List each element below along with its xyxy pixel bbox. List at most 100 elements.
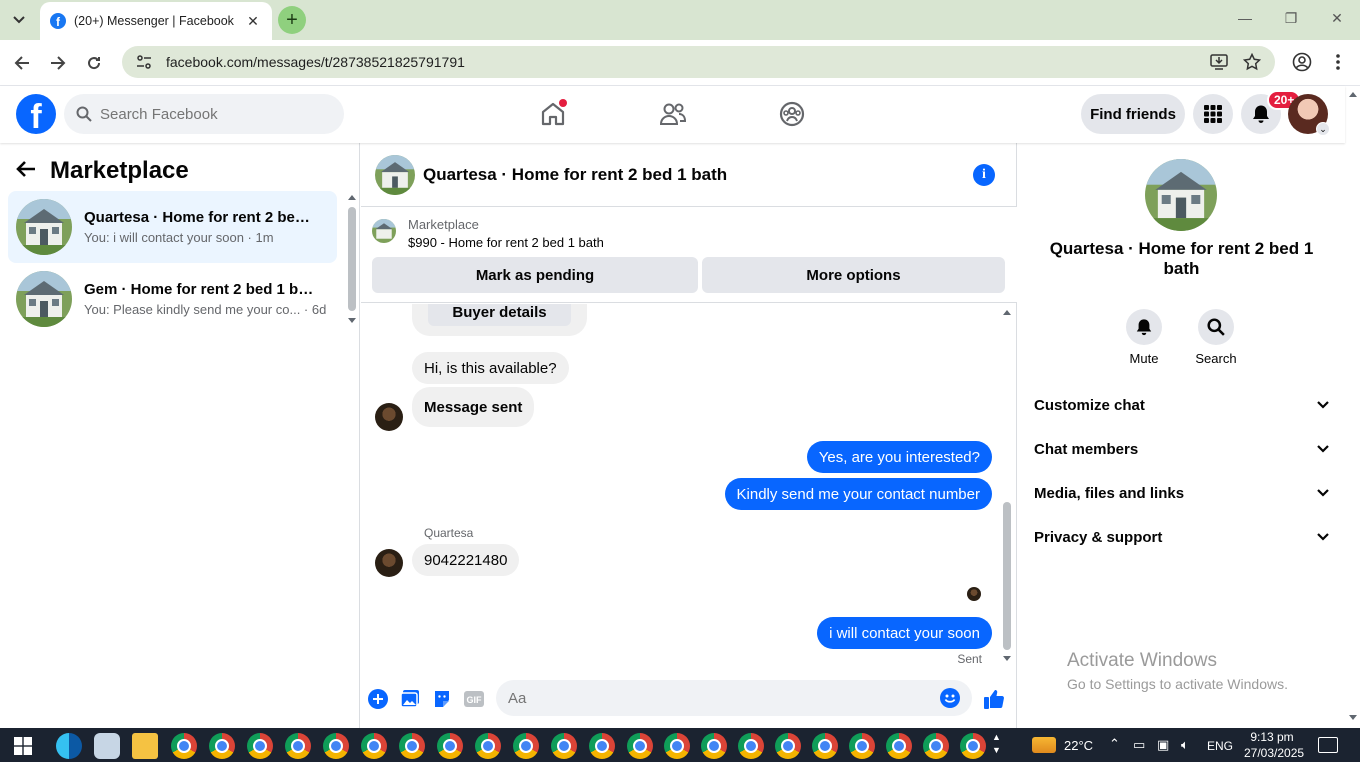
message-thread-scrollbar[interactable] (1001, 308, 1013, 663)
tab-search-chevron-icon[interactable] (6, 8, 32, 32)
file-explorer-icon[interactable] (132, 733, 158, 759)
activate-windows-watermark: Activate Windows Go to Settings to activ… (1067, 650, 1288, 692)
find-friends-button[interactable]: Find friends (1081, 94, 1185, 134)
show-hidden-icons-chevron-icon[interactable]: ⌃ (1109, 736, 1120, 752)
more-options-button[interactable]: More options (702, 257, 1005, 293)
sticker-icon[interactable] (430, 687, 454, 711)
home-nav-icon[interactable] (535, 96, 571, 132)
thumbs-up-icon[interactable] (982, 687, 1006, 711)
chrome-icon[interactable] (775, 733, 801, 759)
facebook-search-box[interactable] (64, 94, 344, 134)
edge-browser-icon[interactable] (56, 733, 82, 759)
search-icon (76, 106, 92, 122)
chrome-icon[interactable] (664, 733, 690, 759)
chrome-icon[interactable] (285, 733, 311, 759)
window-restore-icon[interactable]: ❐ (1281, 10, 1301, 27)
chrome-icon[interactable] (627, 733, 653, 759)
profile-icon[interactable] (1290, 46, 1314, 78)
language-indicator[interactable]: ENG (1207, 739, 1233, 753)
chrome-icon[interactable] (323, 733, 349, 759)
reload-icon[interactable] (82, 51, 106, 75)
listing-price-title[interactable]: $990 - Home for rent 2 bed 1 bath (408, 235, 604, 250)
forward-icon[interactable] (46, 51, 70, 75)
bookmark-star-icon[interactable] (1240, 46, 1264, 78)
meet-now-icon[interactable]: ▭ (1133, 737, 1145, 753)
listing-card: Buyer details (412, 304, 587, 336)
chrome-icon[interactable] (849, 733, 875, 759)
chrome-icon[interactable] (361, 733, 387, 759)
facebook-search-input[interactable] (100, 105, 320, 123)
chrome-icon[interactable] (812, 733, 838, 759)
chrome-icon[interactable] (247, 733, 273, 759)
conversation-item[interactable]: Gem · Home for rent 2 bed 1 bath You: Pl… (8, 263, 337, 335)
window-minimize-icon[interactable]: — (1235, 10, 1255, 26)
install-app-icon[interactable] (1207, 46, 1231, 78)
search-conversation-button[interactable]: Search (1186, 309, 1246, 366)
groups-nav-icon[interactable] (774, 96, 810, 132)
customize-chat-section[interactable]: Customize chat (1026, 383, 1337, 427)
mark-as-pending-button[interactable]: Mark as pending (372, 257, 698, 293)
window-close-icon[interactable]: ✕ (1327, 10, 1347, 27)
back-icon[interactable] (10, 51, 34, 75)
browser-menu-icon[interactable] (1326, 46, 1350, 78)
weather-icon[interactable] (1032, 737, 1056, 753)
page-scrollbar[interactable] (1345, 86, 1360, 728)
address-bar[interactable]: facebook.com/messages/t/2873852182579179… (122, 46, 1275, 78)
chrome-icon[interactable] (923, 733, 949, 759)
section-label: Media, files and links (1034, 484, 1185, 502)
facebook-logo-icon[interactable]: f (16, 94, 56, 134)
windows-start-icon[interactable] (14, 737, 32, 758)
chat-title[interactable]: Quartesa · Home for rent 2 bed 1 bath (423, 165, 727, 185)
chrome-icon[interactable] (960, 733, 986, 759)
chat-header-avatar[interactable] (375, 154, 415, 195)
media-files-links-section[interactable]: Media, files and links (1026, 471, 1337, 515)
back-arrow-icon[interactable] (16, 158, 36, 184)
site-info-icon[interactable] (136, 54, 152, 70)
clock[interactable]: 9:13 pm 27/03/2025 (1244, 730, 1304, 760)
sender-avatar[interactable] (375, 403, 403, 431)
message-input[interactable] (508, 689, 940, 707)
chrome-icon[interactable] (589, 733, 615, 759)
chrome-icon[interactable] (701, 733, 727, 759)
conversation-item[interactable]: Quartesa · Home for rent 2 bed 1 bath Yo… (8, 191, 337, 263)
chrome-icon[interactable] (171, 733, 197, 759)
sender-avatar[interactable] (375, 549, 403, 577)
account-avatar[interactable]: ⌄ (1288, 94, 1330, 136)
seen-receipt-avatar (967, 587, 981, 601)
chat-panel: Quartesa · Home for rent 2 bed 1 bath i … (361, 143, 1017, 728)
message-input-box[interactable] (496, 680, 972, 716)
conversation-list-scrollbar[interactable] (347, 193, 356, 323)
notification-center-icon[interactable] (1318, 737, 1338, 753)
weather-temperature[interactable]: 22°C (1064, 738, 1093, 753)
mute-button[interactable]: Mute (1114, 309, 1174, 366)
chrome-icon[interactable] (886, 733, 912, 759)
network-icon[interactable]: ▣ (1157, 737, 1169, 753)
chrome-icon[interactable] (437, 733, 463, 759)
chrome-icon[interactable] (551, 733, 577, 759)
menu-grid-icon[interactable] (1193, 94, 1233, 134)
volume-icon[interactable]: 🔈︎ (1181, 737, 1189, 753)
tab-close-icon[interactable]: ✕ (244, 13, 262, 30)
scrollbar-thumb[interactable] (1003, 502, 1011, 650)
more-actions-plus-icon[interactable] (366, 687, 390, 711)
chrome-icon[interactable] (209, 733, 235, 759)
chrome-icon[interactable] (475, 733, 501, 759)
browser-toolbar: facebook.com/messages/t/2873852182579179… (0, 40, 1360, 86)
friends-nav-icon[interactable] (655, 96, 691, 132)
chrome-icon[interactable] (513, 733, 539, 759)
chat-members-section[interactable]: Chat members (1026, 427, 1337, 471)
scrollbar-thumb[interactable] (348, 207, 356, 311)
gif-icon[interactable]: GIF (462, 687, 486, 711)
chrome-icon[interactable] (399, 733, 425, 759)
browser-tab-messenger[interactable]: f (20+) Messenger | Facebook ✕ (40, 2, 272, 40)
taskbar-overflow-arrows-icon[interactable]: ▲ ▼ (992, 731, 1001, 757)
conversation-info-icon[interactable]: i (973, 164, 995, 186)
chrome-icon[interactable] (738, 733, 764, 759)
buyer-details-button[interactable]: Buyer details (428, 304, 571, 326)
marketplace-listing-bar: Marketplace $990 - Home for rent 2 bed 1… (361, 207, 1017, 303)
emoji-icon[interactable] (940, 688, 960, 708)
attach-photo-icon[interactable] (398, 687, 422, 711)
new-tab-button[interactable]: + (278, 6, 306, 34)
privacy-support-section[interactable]: Privacy & support (1026, 515, 1337, 559)
snipping-tool-icon[interactable] (94, 733, 120, 759)
